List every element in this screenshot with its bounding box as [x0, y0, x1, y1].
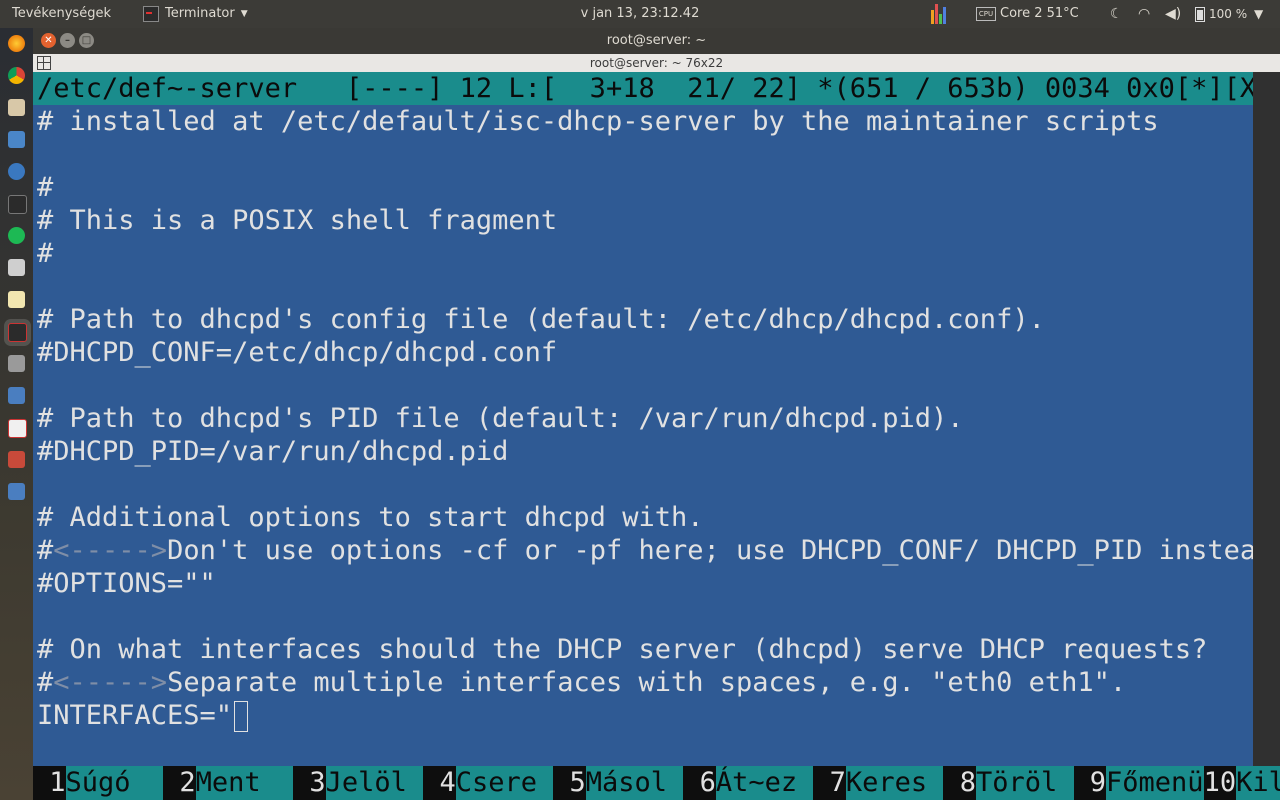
cpu-icon: CPU: [976, 7, 996, 21]
function-key-label: Töröl: [975, 766, 1074, 800]
function-key-number: 8: [943, 766, 976, 800]
firefox-icon[interactable]: [8, 35, 25, 52]
function-key-label: Csere: [455, 766, 554, 800]
function-key[interactable]: 7 Keres: [813, 766, 944, 800]
function-key-number: 10: [1203, 766, 1237, 800]
scrollbar[interactable]: [1253, 72, 1280, 800]
function-key-number: 3: [293, 766, 326, 800]
function-key[interactable]: 4 Csere: [423, 766, 554, 800]
chrome-icon[interactable]: [8, 67, 25, 84]
window-title: root@server: ~: [606, 33, 707, 48]
wifi-icon[interactable]: ◠: [1138, 0, 1150, 28]
function-key-label: Másol: [585, 766, 684, 800]
function-key-label: Kilép: [1236, 766, 1280, 800]
editor-line: INTERFACES=": [37, 699, 249, 732]
function-key[interactable]: 10Kilép: [1203, 766, 1280, 800]
function-key[interactable]: 9 Főmenü: [1073, 766, 1204, 800]
editor-line: # Path to dhcpd's config file (default: …: [37, 304, 1045, 335]
camera-icon[interactable]: [8, 259, 25, 276]
function-key-label: Főmenü: [1106, 766, 1204, 800]
editor-line: #: [37, 238, 54, 269]
terminal-title: root@server: ~ 76x22: [589, 56, 724, 70]
installer-icon[interactable]: [8, 451, 25, 468]
window-titlebar[interactable]: ✕ – □ root@server: ~: [33, 28, 1280, 54]
function-key-label: Keres: [845, 766, 944, 800]
function-key-label: Jelöl: [325, 766, 424, 800]
function-key[interactable]: 8 Töröl: [943, 766, 1074, 800]
battery-indicator[interactable]: 100 %: [1195, 0, 1247, 28]
editor-line: #<----->Separate multiple interfaces wit…: [37, 667, 1127, 698]
files-icon[interactable]: [8, 99, 25, 116]
document-icon[interactable]: [8, 131, 25, 148]
text-cursor: [234, 701, 249, 732]
cpu-temp-label: Core 2 51°C: [1000, 6, 1079, 21]
function-key-number: 5: [553, 766, 586, 800]
battery-icon: [1195, 6, 1205, 22]
help-icon[interactable]: [8, 163, 25, 180]
tab-marker: <----->: [53, 667, 168, 698]
editor-line: #OPTIONS="": [37, 568, 216, 599]
function-key-label: Súgó: [65, 766, 164, 800]
editor-line: #: [37, 172, 54, 203]
function-key-label: Át~ez: [715, 766, 814, 800]
editor-line: #DHCPD_CONF=/etc/dhcp/dhcpd.conf: [37, 337, 558, 368]
function-key[interactable]: 3 Jelöl: [293, 766, 424, 800]
function-key[interactable]: 2 Ment: [163, 766, 294, 800]
editor-line: #DHCPD_PID=/var/run/dhcpd.pid: [37, 436, 509, 467]
night-light-icon[interactable]: ☾: [1110, 0, 1123, 28]
function-key[interactable]: 1 Súgó: [33, 766, 164, 800]
monitor-icon[interactable]: [8, 387, 25, 404]
pdf-icon[interactable]: [8, 419, 27, 438]
editor-line: # Additional options to start dhcpd with…: [37, 502, 704, 533]
function-key-number: 6: [683, 766, 716, 800]
tab-marker: <----->: [53, 535, 168, 566]
function-key-bar: 1 Súgó 2 Ment 3 Jelöl 4 Csere 5 Másol 6 Át~ez …: [33, 766, 1280, 800]
spotify-icon[interactable]: [8, 227, 25, 244]
system-monitor-icon[interactable]: [8, 483, 25, 500]
function-key-number: 4: [423, 766, 456, 800]
function-key-label: Ment: [195, 766, 294, 800]
clock[interactable]: v jan 13, 23:12.42: [0, 0, 1280, 28]
volume-icon[interactable]: ◀): [1165, 0, 1181, 28]
function-key-number: 1: [33, 766, 66, 800]
terminal-titlebar[interactable]: root@server: ~ 76x22: [33, 54, 1280, 72]
terminal-icon[interactable]: [8, 195, 27, 214]
calculator-icon[interactable]: [8, 355, 25, 372]
terminal-view[interactable]: /etc/def~-server [----] 12 L:[ 3+18 21/ …: [33, 72, 1272, 800]
editor-status-line: /etc/def~-server [----] 12 L:[ 3+18 21/ …: [33, 72, 1272, 105]
top-panel: Tevékenységek Terminator ▼ v jan 13, 23:…: [0, 0, 1280, 28]
cpu-temp-indicator[interactable]: CPU Core 2 51°C: [976, 0, 1079, 28]
editor-line: # installed at /etc/default/isc-dhcp-ser…: [37, 106, 1159, 137]
function-key-number: 2: [163, 766, 196, 800]
editor-line: # This is a POSIX shell fragment: [37, 205, 558, 236]
system-monitor-graph-icon[interactable]: [931, 4, 949, 24]
editor-line: # Path to dhcpd's PID file (default: /va…: [37, 403, 964, 434]
power-menu-icon[interactable]: ▼: [1254, 0, 1263, 28]
function-key-number: 7: [813, 766, 846, 800]
editor-line: #<----->Don't use options -cf or -pf her…: [37, 535, 1273, 566]
battery-label: 100 %: [1209, 7, 1248, 21]
editor-line: # On what interfaces should the DHCP ser…: [37, 634, 1208, 665]
terminator-launcher-icon[interactable]: [8, 323, 27, 342]
text-editor-icon[interactable]: [8, 291, 25, 308]
launcher-dock: [0, 28, 33, 800]
function-key[interactable]: 6 Át~ez: [683, 766, 814, 800]
function-key-number: 9: [1073, 766, 1107, 800]
function-key[interactable]: 5 Másol: [553, 766, 684, 800]
